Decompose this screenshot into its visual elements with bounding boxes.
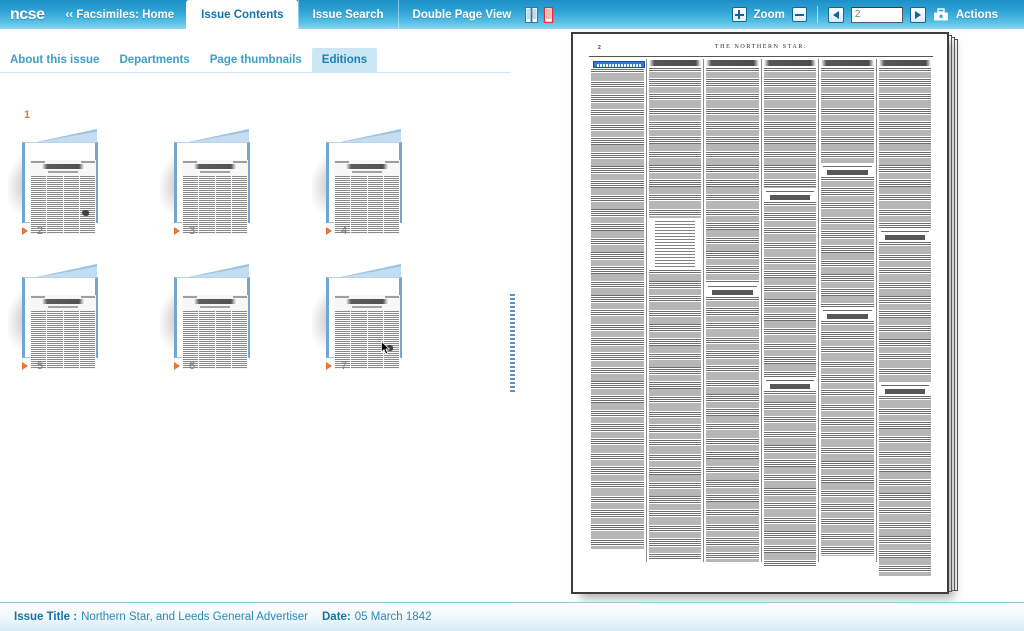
subtab-departments-label: Departments	[119, 54, 190, 66]
page-view-mode-group	[525, 0, 565, 29]
edition-thumbnail-item[interactable]: 1 2	[0, 101, 152, 237]
subtab-about-this-issue-label: About this issue	[10, 54, 100, 66]
edition-thumbnail-item[interactable]: 3	[152, 101, 304, 237]
caret-right-icon	[174, 227, 180, 235]
facsimile-page-viewer[interactable]: 2 THE NORTHERN STAR.	[557, 29, 1024, 602]
mouse-cursor-pointer	[381, 341, 391, 355]
next-page-button[interactable]	[909, 6, 926, 23]
newspaper-column	[589, 59, 647, 562]
top-navigation-bar: ncse ‹‹ Facsimiles: Home Issue Contents …	[0, 0, 1024, 29]
book-thumbnail-icon[interactable]	[8, 264, 100, 369]
book-thumbnail-icon[interactable]	[160, 129, 252, 234]
subtab-departments[interactable]: Departments	[109, 48, 199, 72]
current-page-sheet[interactable]: 2 THE NORTHERN STAR.	[571, 32, 949, 594]
panel-splitter-handle[interactable]	[510, 294, 515, 394]
subtab-about-this-issue[interactable]: About this issue	[0, 48, 109, 72]
search-result-highlight[interactable]	[593, 61, 645, 68]
newspaper-masthead: THE NORTHERN STAR.	[714, 44, 808, 50]
page-number-input[interactable]	[850, 6, 903, 23]
edition-thumbnail-item[interactable]: 6	[152, 236, 304, 372]
editions-thumbnail-grid: 1 2 3 4 5 6 7	[0, 101, 460, 372]
book-thumbnail-icon[interactable]	[312, 264, 404, 369]
edition-thumbnail-item[interactable]: 5	[0, 236, 152, 372]
edition-caption[interactable]: 6	[174, 360, 195, 372]
edition-caption[interactable]: 7	[326, 360, 347, 372]
book-thumbnail-icon[interactable]	[312, 129, 404, 234]
double-page-view-icon[interactable]	[525, 6, 539, 23]
actions-toolbox-icon[interactable]	[933, 7, 949, 23]
issue-contents-subtabs: About this issue Departments Page thumbn…	[0, 48, 378, 72]
edition-caption[interactable]: 5	[22, 360, 43, 372]
issue-contents-panel: About this issue Departments Page thumbn…	[0, 29, 520, 602]
zoom-out-button[interactable]	[791, 7, 807, 22]
issue-date-label: Date:	[322, 611, 351, 623]
issue-title-label: Issue Title :	[14, 611, 78, 623]
newspaper-column	[647, 59, 704, 562]
book-thumbnail-icon[interactable]	[8, 129, 100, 234]
page-stack: 2 THE NORTHERN STAR.	[571, 32, 961, 594]
caret-right-icon	[326, 227, 332, 235]
tab-issue-search[interactable]: Issue Search	[297, 0, 398, 29]
subtab-page-thumbnails-label: Page thumbnails	[209, 54, 302, 66]
tab-issue-contents[interactable]: Issue Contents	[186, 0, 298, 29]
newspaper-columns	[589, 59, 934, 576]
subtab-editions[interactable]: Editions	[311, 48, 378, 72]
subtab-divider	[0, 72, 511, 73]
book-thumbnail-icon[interactable]	[160, 264, 252, 369]
issue-title-value: Northern Star, and Leeds General Adverti…	[81, 611, 308, 623]
actions-button[interactable]: Actions	[956, 9, 998, 21]
facsimiles-home-link[interactable]: ‹‹ Facsimiles: Home	[53, 0, 186, 29]
tab-issue-search-label: Issue Search	[312, 8, 384, 21]
newspaper-page-content: 2 THE NORTHERN STAR.	[585, 42, 937, 576]
edition-number: 7	[341, 360, 348, 372]
edition-thumbnail-item[interactable]: 4	[304, 101, 456, 237]
caret-right-icon	[22, 227, 28, 235]
newspaper-column	[819, 59, 877, 562]
tab-double-page-view[interactable]: Double Page View	[397, 0, 526, 29]
edition-number: 6	[189, 360, 196, 372]
status-bar: Issue Title : Northern Star, and Leeds G…	[0, 602, 1024, 631]
masthead-rule	[589, 56, 933, 57]
edition-lead-number: 1	[24, 109, 31, 121]
caret-right-icon	[174, 362, 180, 370]
thumbnail-row: 1 2 3 4	[0, 101, 460, 237]
edition-thumbnail-item[interactable]: 7	[304, 236, 456, 372]
caret-right-icon	[326, 362, 332, 370]
single-page-view-icon[interactable]	[542, 6, 555, 23]
zoom-in-button[interactable]	[731, 7, 747, 22]
ncse-logo[interactable]: ncse	[0, 0, 53, 29]
newspaper-column	[877, 59, 934, 576]
newspaper-column	[762, 59, 819, 566]
subtab-page-thumbnails[interactable]: Page thumbnails	[200, 48, 312, 72]
zoom-label: Zoom	[753, 8, 785, 21]
tab-issue-contents-label: Issue Contents	[201, 8, 284, 21]
edition-number: 5	[37, 360, 44, 372]
issue-date-value: 05 March 1842	[354, 611, 432, 623]
caret-right-icon	[22, 362, 28, 370]
toolbar-separator	[816, 6, 818, 23]
viewer-toolbar: Zoom Actions	[731, 0, 1024, 29]
newspaper-column	[704, 59, 762, 562]
previous-page-button[interactable]	[827, 6, 844, 23]
subtab-editions-label: Editions	[321, 54, 368, 66]
tab-double-page-view-label: Double Page View	[412, 8, 512, 21]
